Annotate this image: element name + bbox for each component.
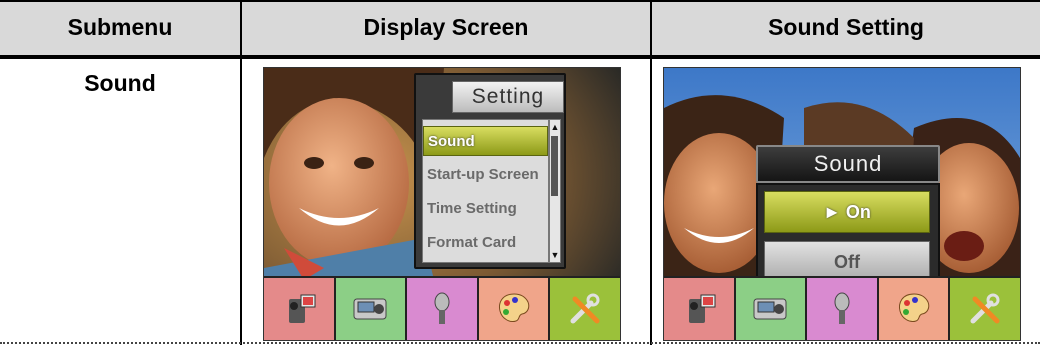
menu-item-sound[interactable]: Sound <box>423 126 548 156</box>
header-submenu: Submenu <box>67 14 173 40</box>
camera-icon <box>353 298 387 320</box>
tools-icon <box>970 293 1000 324</box>
tools-icon <box>570 293 600 324</box>
menu-item-time-setting[interactable]: Time Setting <box>423 194 548 224</box>
voice-mode-tile[interactable] <box>407 278 477 340</box>
setting-menu: Setting Sound Start-up Screen Time Setti… <box>414 73 566 269</box>
menu-title: Setting <box>452 81 564 113</box>
sound-option-on[interactable]: ► On <box>764 191 930 233</box>
sound-setting-screen: Sound ► On Off <box>663 67 1021 341</box>
display-screen: Setting Sound Start-up Screen Time Setti… <box>263 67 621 341</box>
menu-item-start-up-screen[interactable]: Start-up Screen <box>423 160 548 190</box>
scroll-up-icon[interactable]: ▲ <box>550 121 560 133</box>
mode-icon-bar <box>264 276 620 340</box>
microphone-icon <box>834 292 850 324</box>
palette-icon <box>498 293 529 322</box>
menu-item-format-card[interactable]: Format Card <box>423 228 548 258</box>
effect-mode-tile[interactable] <box>478 278 549 340</box>
palette-icon <box>898 293 929 322</box>
column-divider <box>240 0 242 345</box>
microphone-icon <box>434 292 450 324</box>
video-mode-tile[interactable] <box>664 278 734 340</box>
header-divider <box>0 55 1040 59</box>
table-bottom-dotted-border <box>0 342 1040 344</box>
menu-list: Sound Start-up Screen Time Setting Forma… <box>422 119 549 263</box>
voice-mode-tile[interactable] <box>807 278 877 340</box>
video-camera-icon <box>288 294 316 323</box>
camera-icon <box>753 298 787 320</box>
setting-mode-tile[interactable] <box>550 278 620 340</box>
effect-mode-tile[interactable] <box>878 278 949 340</box>
camera-mode-tile[interactable] <box>335 278 406 340</box>
sound-dialog-title: Sound <box>756 145 940 183</box>
header-sound-setting: Sound Setting <box>768 14 924 40</box>
mode-icon-bar <box>664 276 1020 340</box>
menu-scrollbar[interactable]: ▲ ▼ <box>549 119 561 263</box>
table-top-border <box>0 0 1040 2</box>
setting-mode-tile[interactable] <box>950 278 1020 340</box>
scroll-down-icon[interactable]: ▼ <box>550 249 560 261</box>
video-camera-icon <box>688 294 716 323</box>
header-display-screen: Display Screen <box>363 14 529 40</box>
camera-mode-tile[interactable] <box>735 278 806 340</box>
column-divider <box>650 0 652 345</box>
scroll-thumb[interactable] <box>551 136 558 196</box>
video-mode-tile[interactable] <box>264 278 334 340</box>
submenu-label: Sound <box>84 70 156 96</box>
